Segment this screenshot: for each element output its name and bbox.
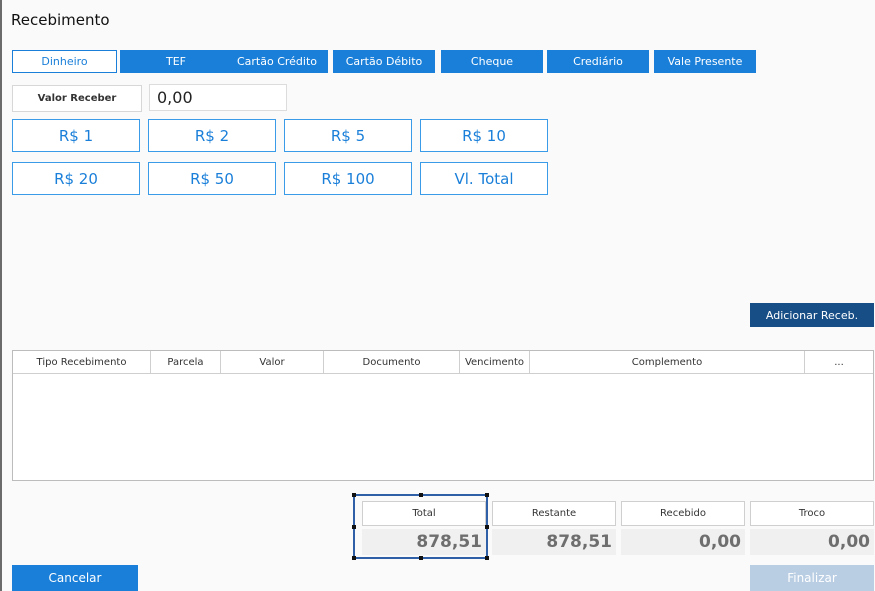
quick-value-button-10[interactable]: R$ 10 (420, 119, 548, 152)
resize-handle-top-left[interactable] (352, 493, 356, 497)
resize-handle-right[interactable] (485, 525, 489, 529)
tab-tef[interactable]: TEF (120, 50, 232, 73)
table-header: Tipo Recebimento Parcela Valor Documento… (13, 351, 873, 374)
resize-handle-bottom-left[interactable] (352, 556, 356, 560)
quick-value-button-1[interactable]: R$ 1 (12, 119, 140, 152)
tab-cheque[interactable]: Cheque (441, 50, 543, 73)
column-valor[interactable]: Valor (221, 351, 324, 373)
recebido-value: 0,00 (621, 529, 745, 555)
quick-value-button-2[interactable]: R$ 2 (148, 119, 276, 152)
finalize-button[interactable]: Finalizar (750, 565, 874, 591)
quick-value-button-total[interactable]: Vl. Total (420, 162, 548, 195)
column-vencimento[interactable]: Vencimento (460, 351, 530, 373)
add-receipt-button[interactable]: Adicionar Receb. (750, 303, 874, 327)
tab-cartao-debito[interactable]: Cartão Débito (333, 50, 435, 73)
valor-receber-input[interactable]: 0,00 (149, 84, 287, 111)
window-left-border (0, 0, 2, 591)
receipts-table[interactable]: Tipo Recebimento Parcela Valor Documento… (12, 350, 874, 481)
quick-value-button-100[interactable]: R$ 100 (284, 162, 412, 195)
troco-value: 0,00 (750, 529, 874, 555)
valor-receber-label: Valor Receber (12, 85, 142, 112)
resize-handle-top-right[interactable] (485, 493, 489, 497)
quick-value-button-50[interactable]: R$ 50 (148, 162, 276, 195)
selection-frame[interactable] (352, 493, 489, 560)
cancel-button[interactable]: Cancelar (12, 565, 138, 591)
page-title: Recebimento (11, 11, 110, 29)
restante-value: 878,51 (492, 529, 616, 555)
column-parcela[interactable]: Parcela (151, 351, 221, 373)
column-tipo-recebimento[interactable]: Tipo Recebimento (13, 351, 151, 373)
quick-value-button-5[interactable]: R$ 5 (284, 119, 412, 152)
restante-label: Restante (492, 501, 616, 526)
resize-handle-top[interactable] (419, 493, 423, 497)
recebido-label: Recebido (621, 501, 745, 526)
tab-cartao-credito[interactable]: Cartão Crédito (226, 50, 328, 73)
tab-dinheiro[interactable]: Dinheiro (12, 50, 117, 73)
tab-vale-presente[interactable]: Vale Presente (654, 50, 756, 73)
resize-handle-bottom-right[interactable] (485, 556, 489, 560)
column-documento[interactable]: Documento (324, 351, 460, 373)
tab-crediario[interactable]: Crediário (547, 50, 649, 73)
resize-handle-bottom[interactable] (419, 556, 423, 560)
column-complemento[interactable]: Complemento (530, 351, 805, 373)
quick-value-button-20[interactable]: R$ 20 (12, 162, 140, 195)
troco-label: Troco (750, 501, 874, 526)
resize-handle-left[interactable] (352, 525, 356, 529)
column-more[interactable]: ... (805, 351, 873, 373)
